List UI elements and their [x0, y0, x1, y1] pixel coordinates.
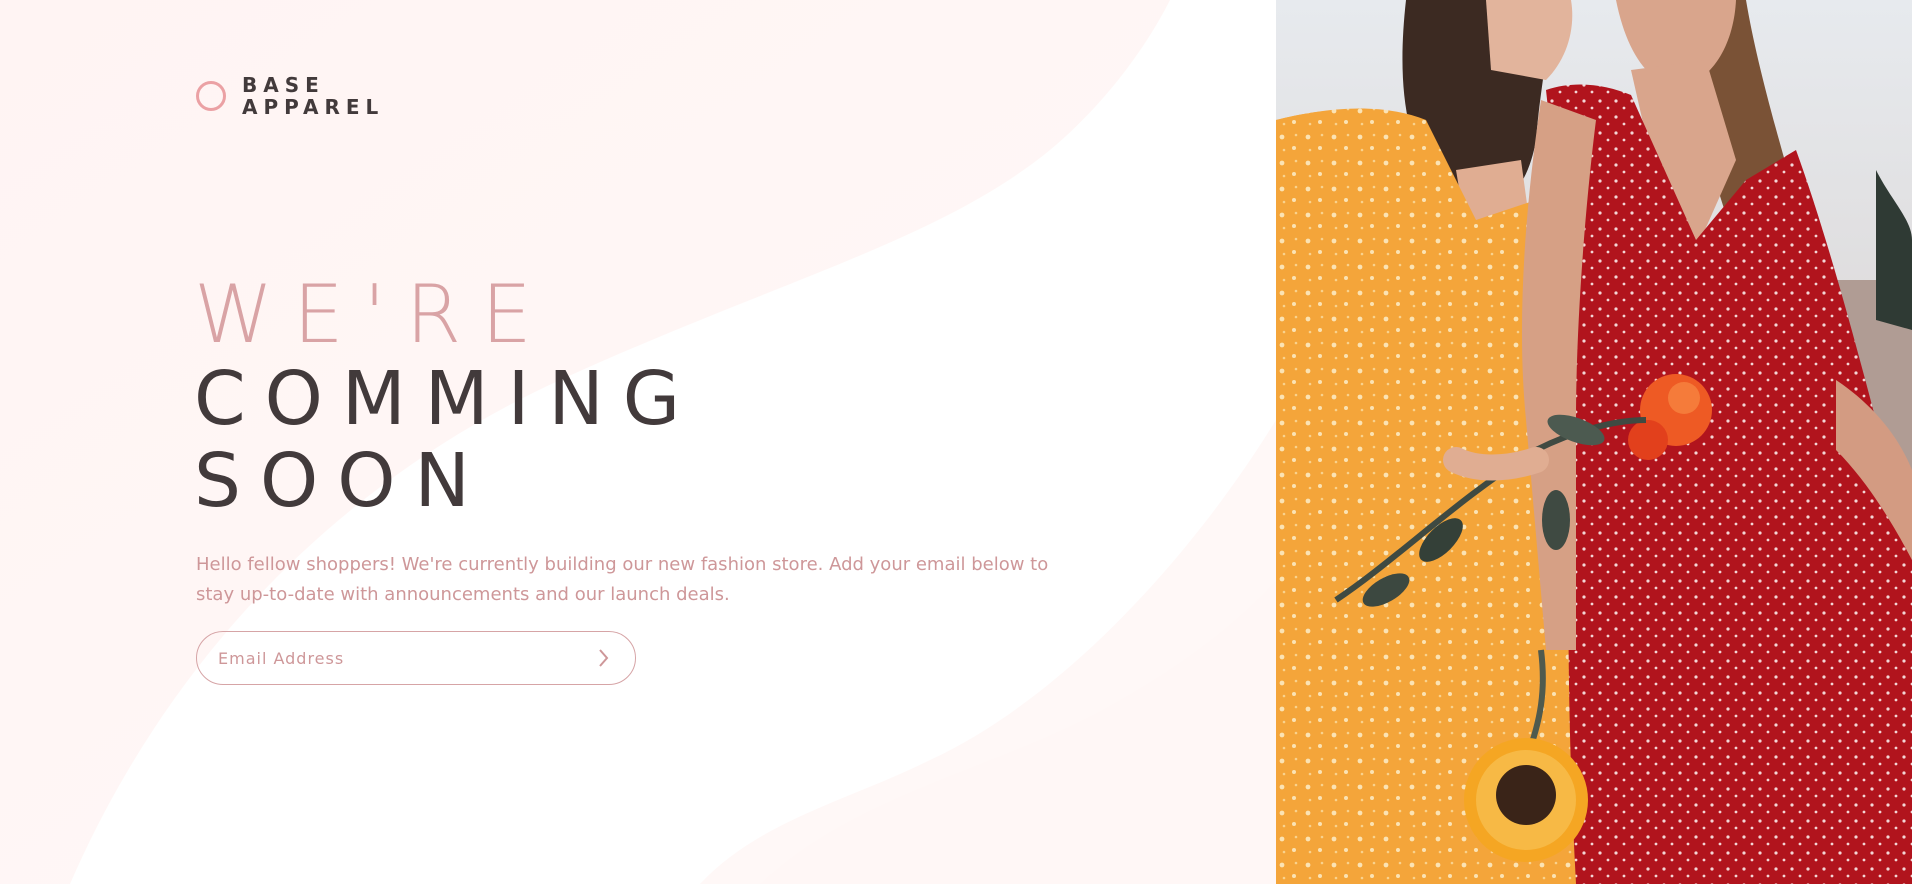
coming-soon-page: BASE APPAREL WE'RE COMMING SOON Hello fe…	[0, 0, 1912, 884]
email-input[interactable]	[197, 632, 581, 684]
headline-line-3: SOON	[194, 438, 489, 524]
brand-line-2: APPAREL	[242, 95, 385, 119]
logo-ring-icon	[196, 81, 226, 111]
chevron-right-icon	[599, 649, 609, 667]
hero-photo	[1276, 0, 1912, 884]
brand-line-1: BASE	[242, 73, 325, 97]
headline: WE'RE COMMING SOON	[194, 268, 700, 524]
email-signup-form	[196, 631, 636, 685]
sunflower-graphic	[1464, 738, 1588, 862]
headline-line-2: COMMING	[194, 356, 700, 442]
submit-button[interactable]	[581, 632, 635, 684]
headline-light: WE'RE	[194, 268, 552, 361]
brand-name: BASE APPAREL	[242, 74, 384, 118]
intro-text: Hello fellow shoppers! We're currently b…	[196, 554, 1049, 605]
hero-image	[1276, 0, 1912, 884]
brand-logo[interactable]: BASE APPAREL	[196, 74, 384, 118]
content-panel: BASE APPAREL WE'RE COMMING SOON Hello fe…	[0, 0, 1276, 884]
